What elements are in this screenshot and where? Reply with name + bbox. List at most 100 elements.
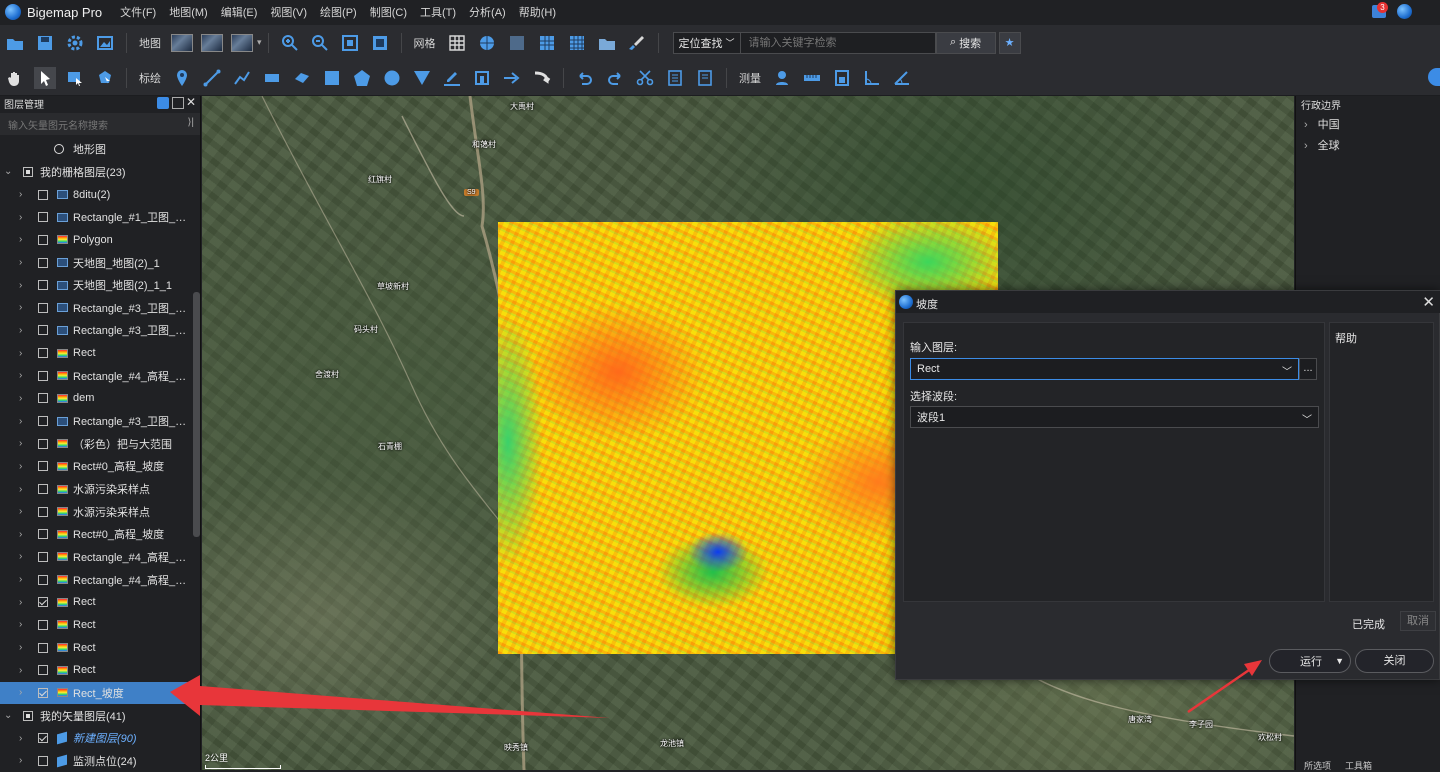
- collapse-panel-icon[interactable]: ⟩|: [188, 117, 195, 128]
- layer-checkbox[interactable]: [38, 551, 48, 562]
- chevron-right-icon[interactable]: ›: [19, 687, 22, 698]
- chevron-right-icon[interactable]: ›: [19, 438, 22, 449]
- chevron-right-icon[interactable]: ›: [19, 529, 22, 540]
- layer-item[interactable]: › dem: [0, 387, 193, 410]
- polygon-select-icon[interactable]: [94, 67, 116, 89]
- layer-checkbox[interactable]: [38, 619, 48, 630]
- chevron-right-icon[interactable]: ›: [19, 574, 22, 585]
- layer-item[interactable]: › Rect: [0, 659, 193, 682]
- layer-checkbox[interactable]: [38, 665, 48, 676]
- arrow-right-icon[interactable]: [501, 67, 523, 89]
- layer-checkbox[interactable]: [38, 257, 48, 268]
- hybrid-map-icon[interactable]: [201, 33, 223, 52]
- rectangle-draw-icon[interactable]: [261, 67, 283, 89]
- terrain-layer-item[interactable]: 地形图: [0, 138, 193, 161]
- layer-item[interactable]: › 天地图_地图(2)_1_1: [0, 274, 193, 297]
- run-dropdown-icon[interactable]: ▼: [1335, 656, 1344, 666]
- chevron-right-icon[interactable]: ›: [19, 506, 22, 517]
- open-folder-icon[interactable]: [4, 32, 26, 54]
- layer-item[interactable]: › （彩色）把与大范围: [0, 432, 193, 455]
- text-underline-icon[interactable]: [441, 67, 463, 89]
- pan-hand-icon[interactable]: [4, 67, 26, 89]
- chevron-right-icon[interactable]: ›: [19, 642, 22, 653]
- layer-checkbox[interactable]: [38, 370, 48, 381]
- fullscreen-icon[interactable]: [369, 32, 391, 54]
- menu-map[interactable]: 地图(M): [169, 4, 208, 20]
- square-draw-icon[interactable]: [321, 67, 343, 89]
- layer-item[interactable]: › Rectangle_#1_卫图_Le...: [0, 206, 193, 229]
- measure-distance-icon[interactable]: [801, 67, 823, 89]
- table-grid-icon[interactable]: [536, 32, 558, 54]
- layer-item[interactable]: › 8ditu(2): [0, 183, 193, 206]
- map-source-chevron-down-icon[interactable]: ▾: [257, 37, 262, 48]
- online-globe-icon[interactable]: [1397, 4, 1412, 19]
- layer-checkbox[interactable]: [38, 484, 48, 495]
- chevron-right-icon[interactable]: ›: [19, 348, 22, 359]
- zoom-out-icon[interactable]: [309, 32, 331, 54]
- chevron-right-icon[interactable]: ›: [19, 755, 22, 766]
- layer-checkbox[interactable]: [38, 597, 48, 608]
- layer-item[interactable]: › Rect: [0, 342, 193, 365]
- terrain-map-icon[interactable]: [231, 33, 253, 52]
- layer-checkbox[interactable]: [38, 212, 48, 223]
- layer-item[interactable]: › Rectangle_#3_卫图_Le...: [0, 410, 193, 433]
- close-icon[interactable]: ✕: [186, 96, 198, 109]
- layer-checkbox[interactable]: [38, 755, 48, 766]
- chevron-down-icon[interactable]: ⌄: [4, 710, 12, 721]
- chevron-right-icon[interactable]: ›: [19, 257, 22, 268]
- chevron-right-icon[interactable]: ›: [19, 484, 22, 495]
- layer-tree-scrollbar[interactable]: [193, 292, 200, 537]
- boundary-item-global[interactable]: › 全球: [1304, 137, 1340, 153]
- vector-layer-item[interactable]: › 监测点位(24): [0, 750, 193, 772]
- layer-item[interactable]: › Rect_坡度: [0, 681, 193, 705]
- layer-checkbox[interactable]: [38, 687, 48, 698]
- layer-item[interactable]: › Polygon: [0, 229, 193, 252]
- menu-view[interactable]: 视图(V): [270, 4, 307, 20]
- chevron-down-icon[interactable]: ⌄: [4, 166, 12, 177]
- measure-area-icon[interactable]: [831, 67, 853, 89]
- curve-arrow-icon[interactable]: [531, 67, 553, 89]
- polyline-icon[interactable]: [231, 67, 253, 89]
- layer-item[interactable]: › Rect: [0, 591, 193, 614]
- tab-selection[interactable]: 所选项: [1304, 759, 1331, 771]
- layer-item[interactable]: › Rectangle_#3_卫图_Le...: [0, 297, 193, 320]
- search-mode-select[interactable]: 定位查找 ﹀: [672, 31, 741, 54]
- copy-doc-icon[interactable]: [664, 67, 686, 89]
- pentagon-draw-icon[interactable]: [351, 67, 373, 89]
- chevron-right-icon[interactable]: ›: [19, 189, 22, 200]
- terrain-radio-icon[interactable]: [54, 144, 64, 155]
- line-icon[interactable]: [201, 67, 223, 89]
- circle-draw-icon[interactable]: [381, 67, 403, 89]
- input-layer-select[interactable]: Rect ﹀: [910, 358, 1299, 380]
- close-button[interactable]: 关闭: [1355, 649, 1434, 673]
- menu-tools[interactable]: 工具(T): [420, 4, 456, 20]
- layer-checkbox[interactable]: [38, 438, 48, 449]
- cut-scissors-icon[interactable]: [634, 67, 656, 89]
- menu-cartography[interactable]: 制图(C): [370, 4, 407, 20]
- layer-search-icon[interactable]: [157, 97, 169, 109]
- chevron-right-icon[interactable]: ›: [19, 370, 22, 381]
- chevron-right-icon[interactable]: ›: [19, 619, 22, 630]
- raster-layer-group[interactable]: ⌄ 我的栅格图层(23): [0, 161, 193, 184]
- refresh-edge-icon[interactable]: [1428, 68, 1440, 86]
- band-select[interactable]: 波段1 ﹀: [910, 406, 1319, 428]
- favorite-star-icon[interactable]: ★: [998, 31, 1021, 54]
- mesh-grid-icon[interactable]: [566, 32, 588, 54]
- search-input[interactable]: [740, 31, 936, 54]
- layer-item[interactable]: › Rectangle_#3_卫图_Le...: [0, 319, 193, 342]
- layer-checkbox[interactable]: [38, 642, 48, 653]
- box-select-icon[interactable]: [64, 67, 86, 89]
- menu-file[interactable]: 文件(F): [120, 4, 156, 20]
- layer-checkbox[interactable]: [38, 506, 48, 517]
- marker-pin-icon[interactable]: [171, 67, 193, 89]
- chevron-right-icon[interactable]: ›: [19, 597, 22, 608]
- layer-item[interactable]: › Rectangle_#4_高程_Le...: [0, 568, 193, 591]
- paste-doc-icon[interactable]: [694, 67, 716, 89]
- search-button[interactable]: ⌕ 搜索: [935, 31, 996, 54]
- measure-point-icon[interactable]: [771, 67, 793, 89]
- chevron-right-icon[interactable]: ›: [19, 325, 22, 336]
- vector-layer-group[interactable]: ⌄ 我的矢量图层(41): [0, 704, 193, 727]
- chevron-right-icon[interactable]: ›: [19, 234, 22, 245]
- settings-gear-icon[interactable]: [64, 32, 86, 54]
- layer-search-input[interactable]: 输入矢量图元名称搜索 ⟩|: [0, 113, 200, 135]
